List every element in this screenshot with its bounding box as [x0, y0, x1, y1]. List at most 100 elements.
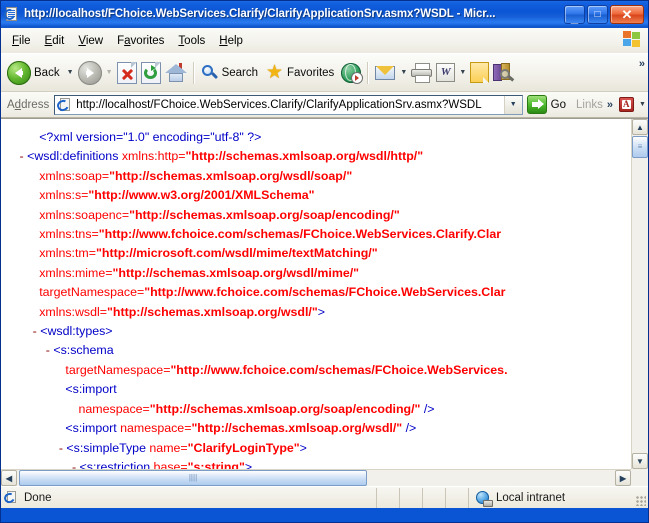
research-book-icon: [493, 63, 515, 82]
xml-line: <s:import namespace="http://schemas.xmls…: [13, 419, 631, 438]
back-arrow-icon: [7, 60, 31, 85]
media-button[interactable]: [339, 58, 364, 88]
menu-bar: File Edit View Favorites Tools Help: [1, 28, 648, 53]
menu-item-edit[interactable]: Edit: [38, 33, 72, 49]
horizontal-scroll-thumb[interactable]: ||||: [19, 470, 367, 486]
close-icon: ✕: [621, 6, 633, 22]
print-button[interactable]: [409, 58, 434, 88]
xml-punct: <wsdl:types>: [40, 324, 113, 339]
links-label[interactable]: Links: [572, 99, 607, 111]
scroll-down-button[interactable]: ▼: [632, 453, 648, 469]
refresh-button[interactable]: [139, 58, 163, 88]
xml-line: - <wsdl:types>: [13, 322, 631, 341]
back-label: Back: [34, 66, 60, 79]
vertical-scroll-thumb[interactable]: ≡: [632, 136, 648, 158]
scrollbar-corner: [631, 469, 648, 486]
xml-line: targetNamespace="http://www.fchoice.com/…: [13, 283, 631, 302]
maximize-button[interactable]: □: [587, 4, 608, 24]
xml-line: - <s:simpleType name="ClarifyLoginType">: [13, 439, 631, 458]
close-button[interactable]: ✕: [610, 4, 644, 24]
scroll-up-button[interactable]: ▲: [632, 119, 648, 135]
xml-attr: namespace=: [78, 401, 150, 416]
toolbar-overflow-button[interactable]: »: [639, 58, 645, 70]
status-cell: [377, 487, 400, 508]
back-button[interactable]: Back: [5, 58, 65, 88]
home-button[interactable]: [163, 58, 189, 88]
address-label: Address: [7, 98, 50, 111]
edit-dropdown-caret-icon[interactable]: ▼: [457, 58, 468, 88]
collapse-toggle-icon[interactable]: -: [72, 460, 80, 469]
address-url-text[interactable]: http://localhost/FChoice.WebServices.Cla…: [76, 99, 503, 111]
xml-line: - <wsdl:definitions xmlns:http= "http://s…: [13, 147, 631, 166]
ie-page-icon: [2, 6, 20, 22]
minimize-icon: _: [570, 9, 579, 25]
scroll-right-button[interactable]: ▶: [615, 470, 631, 486]
xml-attr: xmlns:soap=: [39, 168, 110, 183]
maximize-icon: □: [594, 8, 601, 20]
address-input[interactable]: http://localhost/FChoice.WebServices.Cla…: [54, 94, 523, 115]
search-button[interactable]: Search: [199, 58, 263, 88]
address-bar: Address http://localhost/FChoice.WebServ…: [1, 92, 648, 118]
xml-decl: <?xml version="1.0" encoding="utf-8" ?>: [39, 130, 262, 144]
mail-button[interactable]: [373, 58, 398, 88]
vertical-scrollbar[interactable]: ▲ ≡ ▼: [631, 119, 648, 469]
links-overflow-button[interactable]: »: [607, 99, 618, 111]
favorites-label: Favorites: [287, 66, 335, 79]
scroll-thumb-grip-icon: ||||: [188, 473, 198, 482]
xml-attr: targetNamespace=: [39, 285, 145, 300]
star-icon: ★: [265, 61, 284, 83]
status-text: Done: [24, 491, 52, 504]
toolbar: Back ▼ ▼ Search ★ Favorites ▼ W ▼ »: [1, 53, 648, 92]
xml-val: "http://schemas.xmlsoap.org/soap/encodin…: [129, 207, 400, 222]
note-button[interactable]: [468, 58, 491, 88]
ie-page-icon: [55, 97, 73, 113]
ie-page-icon: [2, 490, 20, 505]
xml-punct: >: [317, 304, 325, 319]
mail-envelope-icon: [375, 64, 396, 81]
pdf-toolbar-icon[interactable]: A: [618, 96, 637, 114]
status-cell: [423, 487, 446, 508]
menu-item-tools[interactable]: Tools: [171, 33, 212, 49]
forward-button[interactable]: [76, 58, 104, 88]
favorites-button[interactable]: ★ Favorites: [263, 58, 339, 88]
xml-attr: xmlns:s=: [39, 188, 89, 203]
xml-document: <?xml version="1.0" encoding="utf-8" ?> -…: [1, 119, 631, 469]
scroll-left-button[interactable]: ◀: [1, 470, 17, 486]
word-edit-icon: W: [436, 63, 456, 82]
security-zone-label: Local intranet: [496, 491, 566, 504]
stop-button[interactable]: [115, 58, 139, 88]
menu-item-file[interactable]: File: [5, 33, 38, 49]
menu-item-view[interactable]: View: [71, 33, 110, 49]
title-bar: http://localhost/FChoice.WebServices.Cla…: [1, 1, 648, 27]
search-label: Search: [221, 66, 259, 79]
minimize-button[interactable]: _: [564, 4, 585, 25]
window-title: http://localhost/FChoice.WebServices.Cla…: [24, 8, 496, 20]
xml-attr: base=: [153, 459, 188, 469]
edit-word-button[interactable]: W: [434, 58, 457, 88]
search-magnifier-icon: [201, 64, 219, 82]
security-zone[interactable]: Local intranet: [469, 488, 633, 508]
horizontal-scrollbar[interactable]: ◀ |||| ▶: [1, 469, 631, 486]
xml-val: "s:string": [187, 459, 245, 469]
xml-punct: />: [402, 421, 417, 436]
collapse-toggle-icon[interactable]: -: [20, 149, 28, 163]
back-dropdown-caret-icon[interactable]: ▼: [65, 58, 76, 88]
menu-item-help[interactable]: Help: [212, 33, 250, 49]
xml-punct: <s:simpleType: [66, 440, 150, 455]
pdf-dropdown-caret-icon[interactable]: ▼: [637, 96, 648, 114]
mail-dropdown-caret-icon[interactable]: ▼: [398, 58, 409, 88]
research-button[interactable]: [491, 58, 516, 88]
xml-val: "http://schemas.xmlsoap.org/wsdl/mime/": [112, 265, 360, 280]
xml-punct: />: [420, 401, 435, 416]
browser-chrome: File Edit View Favorites Tools Help Back…: [1, 27, 648, 118]
xml-val: "http://www.fchoice.com/schemas/FChoice.…: [144, 285, 506, 300]
menu-item-favorites[interactable]: Favorites: [110, 33, 171, 49]
go-button[interactable]: Go: [523, 95, 572, 114]
status-message: Done: [1, 487, 377, 508]
resize-grip-icon[interactable]: [633, 489, 647, 507]
xml-attr: xmlns:mime=: [39, 265, 113, 280]
xml-attr: xmlns:tns=: [39, 227, 99, 242]
chevron-down-icon[interactable]: ▼: [503, 95, 522, 114]
xml-punct: >: [299, 440, 307, 455]
page-content-area: <?xml version="1.0" encoding="utf-8" ?> -…: [1, 118, 648, 486]
